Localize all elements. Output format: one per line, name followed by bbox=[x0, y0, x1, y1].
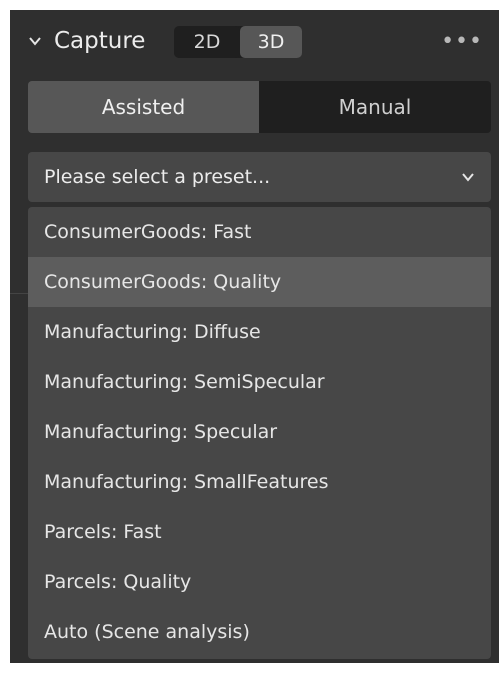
preset-option[interactable]: Parcels: Fast bbox=[28, 507, 491, 557]
panel-header: Capture 2D 3D ••• bbox=[10, 10, 499, 76]
preset-option[interactable]: Manufacturing: Specular bbox=[28, 407, 491, 457]
chevron-down-icon bbox=[462, 173, 474, 182]
toggle-3d-button[interactable]: 3D bbox=[240, 26, 302, 58]
preset-select[interactable]: Please select a preset... bbox=[28, 152, 491, 202]
preset-option[interactable]: Auto (Scene analysis) bbox=[28, 607, 491, 657]
toggle-2d-button[interactable]: 2D bbox=[174, 26, 240, 58]
preset-option[interactable]: Manufacturing: SmallFeatures bbox=[28, 457, 491, 507]
preset-option[interactable]: Manufacturing: SemiSpecular bbox=[28, 357, 491, 407]
tab-manual[interactable]: Manual bbox=[259, 81, 491, 133]
collapse-chevron-icon[interactable] bbox=[28, 34, 42, 48]
preset-option-highlighted[interactable]: ConsumerGoods: Quality bbox=[28, 257, 491, 307]
preset-option[interactable]: ConsumerGoods: Fast bbox=[28, 207, 491, 257]
preset-dropdown-list: ConsumerGoods: Fast ConsumerGoods: Quali… bbox=[28, 207, 491, 659]
preset-placeholder: Please select a preset... bbox=[44, 166, 271, 188]
capture-panel: Capture 2D 3D ••• Assisted Manual Please… bbox=[10, 10, 499, 663]
preset-option[interactable]: Manufacturing: Diffuse bbox=[28, 307, 491, 357]
more-options-icon[interactable]: ••• bbox=[441, 31, 483, 53]
background-divider bbox=[10, 293, 28, 294]
tab-assisted[interactable]: Assisted bbox=[28, 81, 259, 133]
preset-option[interactable]: Parcels: Quality bbox=[28, 557, 491, 607]
panel-title: Capture bbox=[54, 28, 146, 54]
